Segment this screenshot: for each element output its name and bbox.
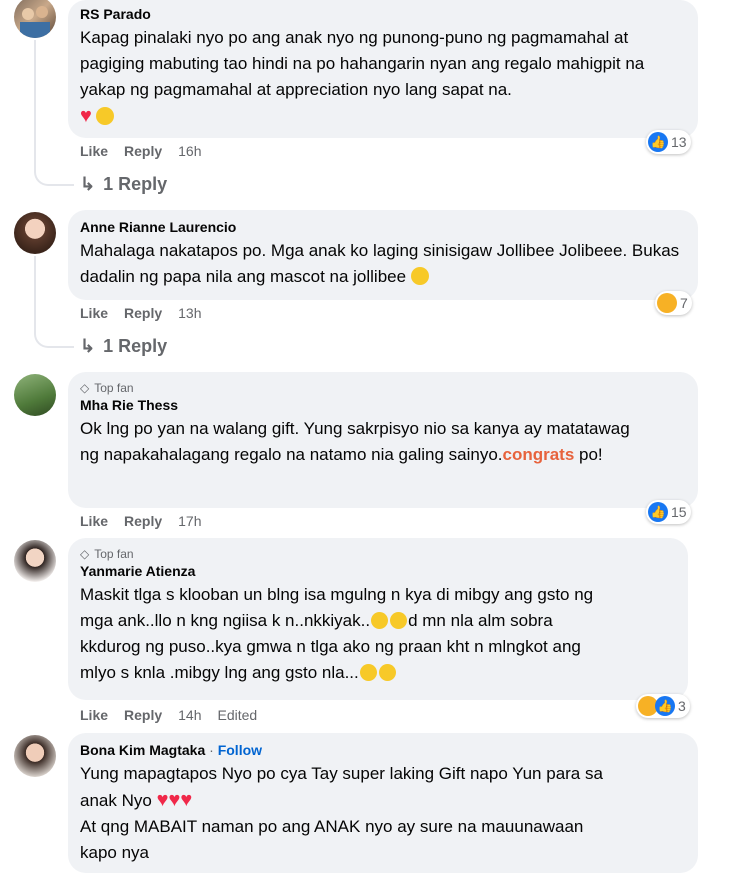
timestamp[interactable]: 14h <box>178 707 201 723</box>
heart-emoji-icon: ♥ <box>168 789 181 811</box>
comment-text: Yung mapagtapos Nyo po cya Tay super lak… <box>80 764 603 862</box>
thread-line <box>34 40 36 165</box>
comment-text: Ok lng po yan na walang gift. Yung sakrp… <box>80 419 630 464</box>
sad-emoji-icon <box>371 612 389 629</box>
like-reaction-icon: 👍 <box>648 502 668 522</box>
comment-text: Kapag pinalaki nyo po ang anak nyo ng pu… <box>80 28 645 99</box>
reaction-summary[interactable]: 7 <box>655 291 692 315</box>
thread-curve <box>34 324 74 348</box>
avatar[interactable] <box>14 374 56 416</box>
reply-button[interactable]: Reply <box>124 143 162 159</box>
separator-dot: · <box>209 742 214 758</box>
like-button[interactable]: Like <box>80 143 108 159</box>
reaction-summary[interactable]: 👍 3 <box>636 694 690 718</box>
top-fan-badge: ◇ Top fan <box>80 547 134 561</box>
replies-count: 1 Reply <box>103 174 168 194</box>
commenter-name[interactable]: Mha Rie Thess <box>80 397 686 413</box>
comment-bubble: ◇ Top fan Mha Rie Thess Ok lng po yan na… <box>68 372 698 508</box>
avatar[interactable] <box>14 0 56 38</box>
top-fan-badge: ◇ Top fan <box>80 381 134 395</box>
smile-emoji-icon <box>96 107 115 125</box>
reply-arrow-icon: ↳ <box>80 336 96 356</box>
comment-text: Mahalaga nakatapos po. Mga anak ko lagin… <box>80 241 680 286</box>
diamond-icon: ◇ <box>80 547 90 561</box>
reply-button[interactable]: Reply <box>124 305 162 321</box>
comment-actions: Like Reply 14h Edited <box>80 707 257 723</box>
comment-actions: Like Reply 16h <box>80 143 202 159</box>
laughing-emoji-icon <box>410 267 429 285</box>
like-reaction-icon: 👍 <box>648 132 668 152</box>
commenter-name[interactable]: Bona Kim Magtaka <box>80 742 205 758</box>
comment-bubble: ◇ Top fan Yanmarie Atienza Maskit tlga s… <box>68 538 688 700</box>
reply-button[interactable]: Reply <box>124 513 162 529</box>
comment-bubble: RS Parado Kapag pinalaki nyo po ang anak… <box>68 0 698 138</box>
reply-arrow-icon: ↳ <box>80 174 96 194</box>
reaction-count: 7 <box>680 295 688 311</box>
sad-emoji-icon <box>359 664 377 681</box>
diamond-icon: ◇ <box>80 381 90 395</box>
sad-emoji-icon <box>390 612 408 629</box>
reaction-summary[interactable]: 👍 13 <box>646 130 691 154</box>
avatar[interactable] <box>14 540 56 582</box>
heart-emoji-icon: ♥ <box>180 789 193 811</box>
reaction-count: 15 <box>671 504 687 520</box>
thread-line <box>34 256 36 326</box>
like-button[interactable]: Like <box>80 305 108 321</box>
comment-actions: Like Reply 17h <box>80 513 202 529</box>
follow-button[interactable]: Follow <box>218 742 262 758</box>
reply-button[interactable]: Reply <box>124 707 162 723</box>
like-reaction-icon: 👍 <box>655 696 675 716</box>
timestamp[interactable]: 13h <box>178 305 201 321</box>
view-replies-link[interactable]: ↳ 1 Reply <box>80 336 167 357</box>
like-button[interactable]: Like <box>80 513 108 529</box>
haha-reaction-icon <box>657 293 677 313</box>
commenter-name[interactable]: RS Parado <box>80 6 686 22</box>
reaction-count: 3 <box>678 698 686 714</box>
view-replies-link[interactable]: ↳ 1 Reply <box>80 174 167 195</box>
emoji-row: ♥ <box>80 105 686 128</box>
thread-curve <box>34 162 74 186</box>
heart-emoji-icon: ♥ <box>80 105 92 127</box>
avatar[interactable] <box>14 735 56 777</box>
commenter-name-row: Bona Kim Magtaka · Follow <box>80 742 686 758</box>
reaction-count: 13 <box>671 134 687 150</box>
heart-emoji-icon: ♥ <box>156 789 169 811</box>
reaction-summary[interactable]: 👍 15 <box>646 500 691 524</box>
timestamp[interactable]: 16h <box>178 143 201 159</box>
congrats-highlight: congrats <box>502 445 575 464</box>
comment-bubble: Anne Rianne Laurencio Mahalaga nakatapos… <box>68 210 698 300</box>
replies-count: 1 Reply <box>103 336 168 356</box>
edited-label: Edited <box>217 707 258 723</box>
commenter-name[interactable]: Anne Rianne Laurencio <box>80 219 686 235</box>
avatar[interactable] <box>14 212 56 254</box>
timestamp[interactable]: 17h <box>178 513 201 529</box>
comment-actions: Like Reply 13h <box>80 305 202 321</box>
like-button[interactable]: Like <box>80 707 108 723</box>
commenter-name[interactable]: Yanmarie Atienza <box>80 563 676 579</box>
comment-text: Maskit tlga s klooban un blng isa mgulng… <box>80 585 594 682</box>
avatar-photo-icon <box>20 6 50 38</box>
sad-emoji-icon <box>378 664 396 681</box>
comment-bubble: Bona Kim Magtaka · Follow Yung mapagtapo… <box>68 733 698 873</box>
